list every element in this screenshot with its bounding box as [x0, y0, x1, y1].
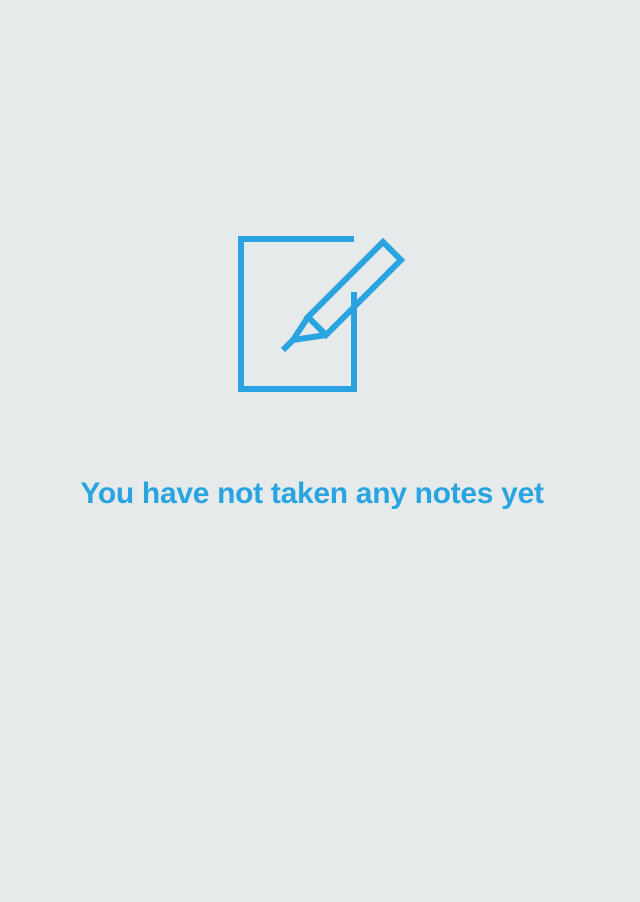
notes-empty-screen: You have not taken any notes yet	[0, 0, 640, 902]
note-pencil-icon	[236, 234, 408, 396]
empty-notes-message: You have not taken any notes yet	[80, 477, 544, 510]
